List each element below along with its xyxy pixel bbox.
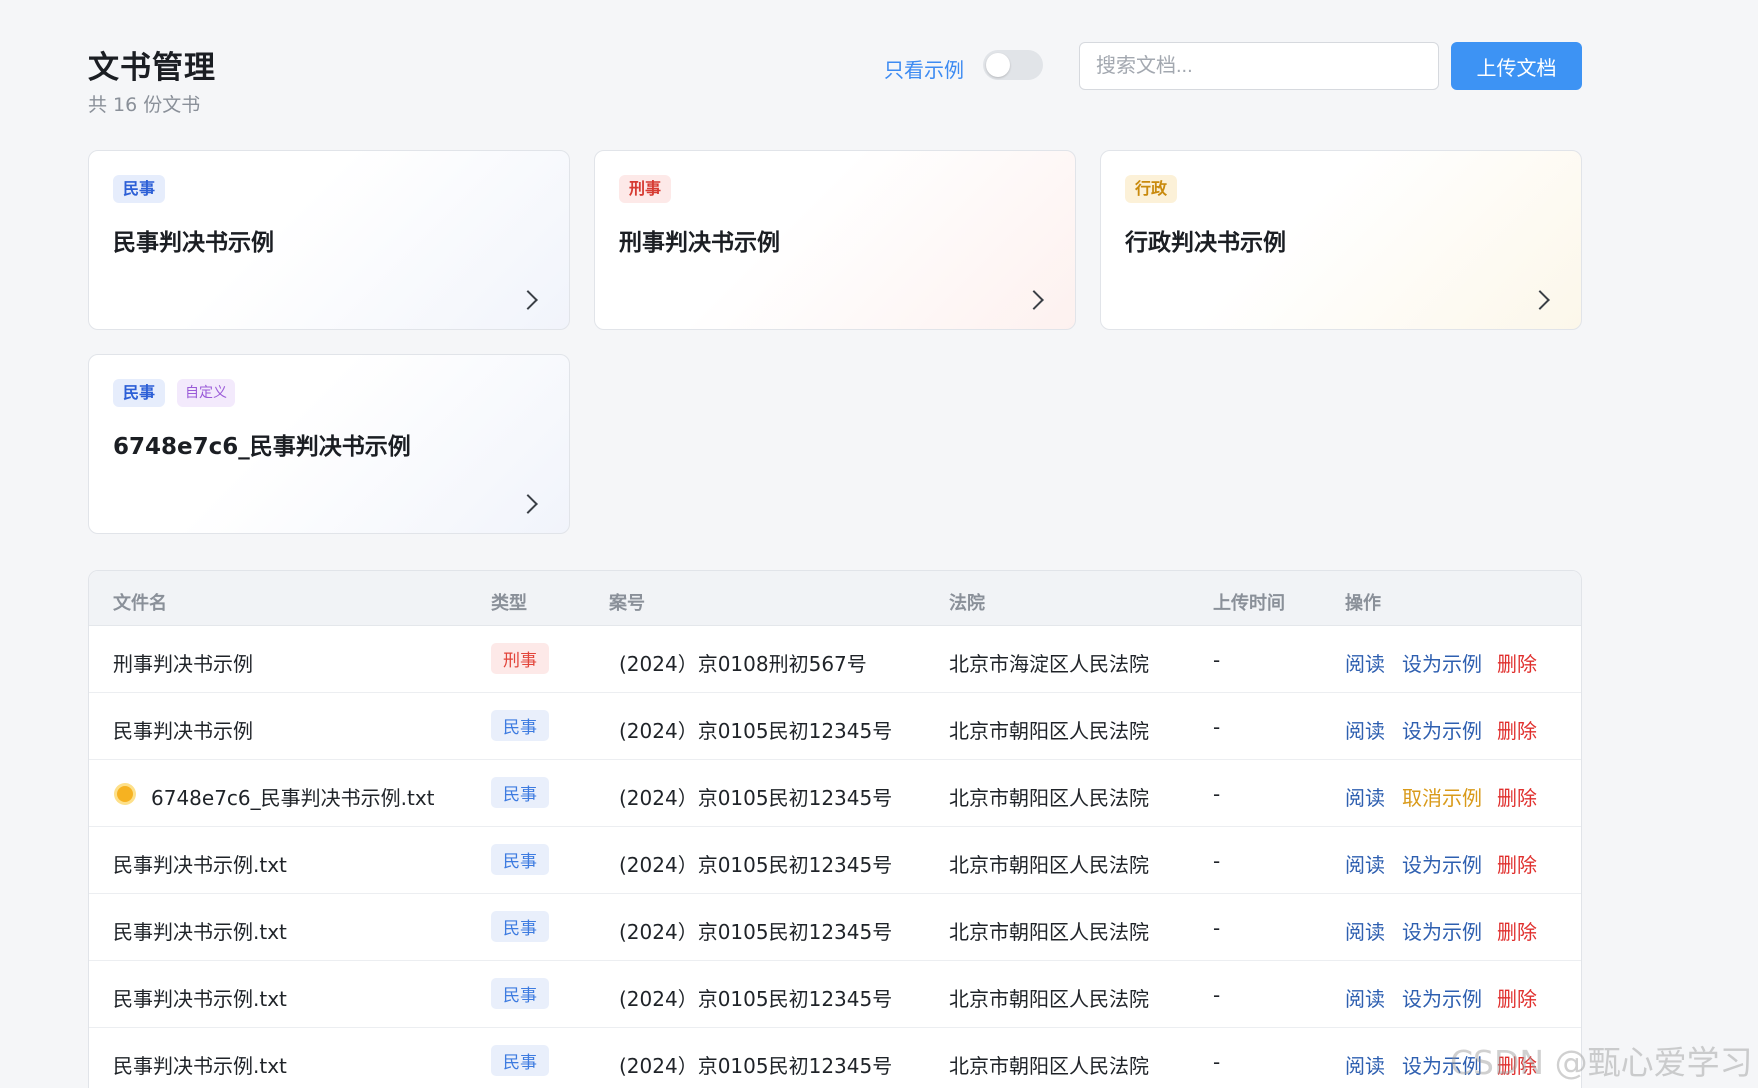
upload-time: - [1213,849,1221,873]
case-number: (2024）京0105民初12345号 [619,786,893,810]
document-count: 共 16 份文书 [88,94,201,116]
read-button[interactable]: 阅读 [1345,849,1385,878]
type-tag: 民事 [113,175,166,203]
unset-example-button[interactable]: 取消示例 [1402,782,1482,811]
search-input[interactable] [1079,42,1439,90]
upload-button[interactable]: 上传文档 [1451,42,1582,90]
delete-button[interactable]: 删除 [1497,648,1537,677]
col-type: 类型 [491,593,527,614]
case-number: (2024）京0105民初12345号 [619,987,893,1011]
card-title: 民事判决书示例 [113,230,274,256]
read-button[interactable]: 阅读 [1345,916,1385,945]
court: 北京市海淀区人民法院 [949,652,1149,676]
upload-time: - [1213,1050,1221,1074]
type-tag: 民事 [491,911,549,942]
case-number: (2024）京0105民初12345号 [619,719,893,743]
read-button[interactable]: 阅读 [1345,983,1385,1012]
case-number: (2024）京0105民初12345号 [619,853,893,877]
type-tag: 民事 [491,777,549,808]
table-row: 民事判决书示例.txt 民事 (2024）京0105民初12345号 北京市朝阳… [89,894,1581,961]
header: 文书管理 共 16 份文书 只看示例 上传文档 [88,42,1582,122]
file-name[interactable]: 民事判决书示例 [113,715,253,744]
chevron-right-icon[interactable] [1530,290,1550,310]
type-tag: 民事 [491,978,549,1009]
case-number: (2024）京0105民初12345号 [619,920,893,944]
col-court: 法院 [949,593,985,614]
table-row: 刑事判决书示例 刑事 (2024）京0108刑初567号 北京市海淀区人民法院 … [89,626,1581,693]
examples-only-label[interactable]: 只看示例 [884,54,964,83]
type-tag: 民事 [491,844,549,875]
example-card-civil[interactable]: 民事 民事判决书示例 [88,150,570,330]
col-filename: 文件名 [113,593,167,614]
col-actions: 操作 [1345,593,1381,614]
court: 北京市朝阳区人民法院 [949,920,1149,944]
court: 北京市朝阳区人民法院 [949,1054,1149,1078]
type-tag: 行政 [1125,175,1178,203]
type-tag: 民事 [491,710,549,741]
delete-button[interactable]: 删除 [1497,715,1537,744]
table-row: 6748e7c6_民事判决书示例.txt 民事 (2024）京0105民初123… [89,760,1581,827]
type-tag: 刑事 [619,175,672,203]
court: 北京市朝阳区人民法院 [949,853,1149,877]
sun-icon [117,786,133,802]
case-number: (2024）京0105民初12345号 [619,1054,893,1078]
upload-time: - [1213,916,1221,940]
table-header: 文件名 类型 案号 法院 上传时间 操作 [89,571,1581,626]
document-management-page: 文书管理 共 16 份文书 只看示例 上传文档 民事 民事判决书示例 刑事 刑事… [0,0,1758,1088]
court: 北京市朝阳区人民法院 [949,786,1149,810]
file-name[interactable]: 民事判决书示例.txt [113,983,287,1012]
court: 北京市朝阳区人民法院 [949,719,1149,743]
upload-time: - [1213,715,1221,739]
case-number: (2024）京0108刑初567号 [619,652,867,676]
set-example-button[interactable]: 设为示例 [1402,715,1482,744]
table-row: 民事判决书示例 民事 (2024）京0105民初12345号 北京市朝阳区人民法… [89,693,1581,760]
chevron-right-icon[interactable] [518,494,538,514]
read-button[interactable]: 阅读 [1345,715,1385,744]
file-name[interactable]: 6748e7c6_民事判决书示例.txt [151,782,435,811]
set-example-button[interactable]: 设为示例 [1402,648,1482,677]
card-title: 行政判决书示例 [1125,230,1286,256]
table-row: 民事判决书示例.txt 民事 (2024）京0105民初12345号 北京市朝阳… [89,961,1581,1028]
read-button[interactable]: 阅读 [1345,1050,1385,1079]
set-example-button[interactable]: 设为示例 [1402,983,1482,1012]
read-button[interactable]: 阅读 [1345,782,1385,811]
custom-tag: 自定义 [177,379,236,407]
court: 北京市朝阳区人民法院 [949,987,1149,1011]
set-example-button[interactable]: 设为示例 [1402,849,1482,878]
delete-button[interactable]: 删除 [1497,983,1537,1012]
examples-only-toggle[interactable] [983,50,1043,80]
file-name[interactable]: 民事判决书示例.txt [113,916,287,945]
page-title: 文书管理 [88,50,216,86]
file-name[interactable]: 刑事判决书示例 [113,648,253,677]
table-row: 民事判决书示例.txt 民事 (2024）京0105民初12345号 北京市朝阳… [89,1028,1581,1088]
col-upload-time: 上传时间 [1213,593,1285,614]
upload-time: - [1213,983,1221,1007]
file-name[interactable]: 民事判决书示例.txt [113,1050,287,1079]
type-tag: 刑事 [491,643,549,674]
example-card-custom[interactable]: 民事 自定义 6748e7c6_民事判决书示例 [88,354,570,534]
chevron-right-icon[interactable] [1024,290,1044,310]
watermark: CSDN @甄心爱学习 [1450,1043,1753,1082]
toggle-knob [986,53,1010,77]
delete-button[interactable]: 删除 [1497,849,1537,878]
delete-button[interactable]: 删除 [1497,782,1537,811]
read-button[interactable]: 阅读 [1345,648,1385,677]
card-title: 刑事判决书示例 [619,230,780,256]
upload-time: - [1213,782,1221,806]
type-tag: 民事 [491,1045,549,1076]
set-example-button[interactable]: 设为示例 [1402,916,1482,945]
example-card-criminal[interactable]: 刑事 刑事判决书示例 [594,150,1076,330]
upload-time: - [1213,648,1221,672]
col-case-number: 案号 [609,593,645,614]
file-name[interactable]: 民事判决书示例.txt [113,849,287,878]
documents-table: 文件名 类型 案号 法院 上传时间 操作 刑事判决书示例 刑事 (2024）京0… [88,570,1582,1088]
example-card-administrative[interactable]: 行政 行政判决书示例 [1100,150,1582,330]
delete-button[interactable]: 删除 [1497,916,1537,945]
card-title: 6748e7c6_民事判决书示例 [113,434,411,460]
table-row: 民事判决书示例.txt 民事 (2024）京0105民初12345号 北京市朝阳… [89,827,1581,894]
type-tag: 民事 [113,379,166,407]
chevron-right-icon[interactable] [518,290,538,310]
